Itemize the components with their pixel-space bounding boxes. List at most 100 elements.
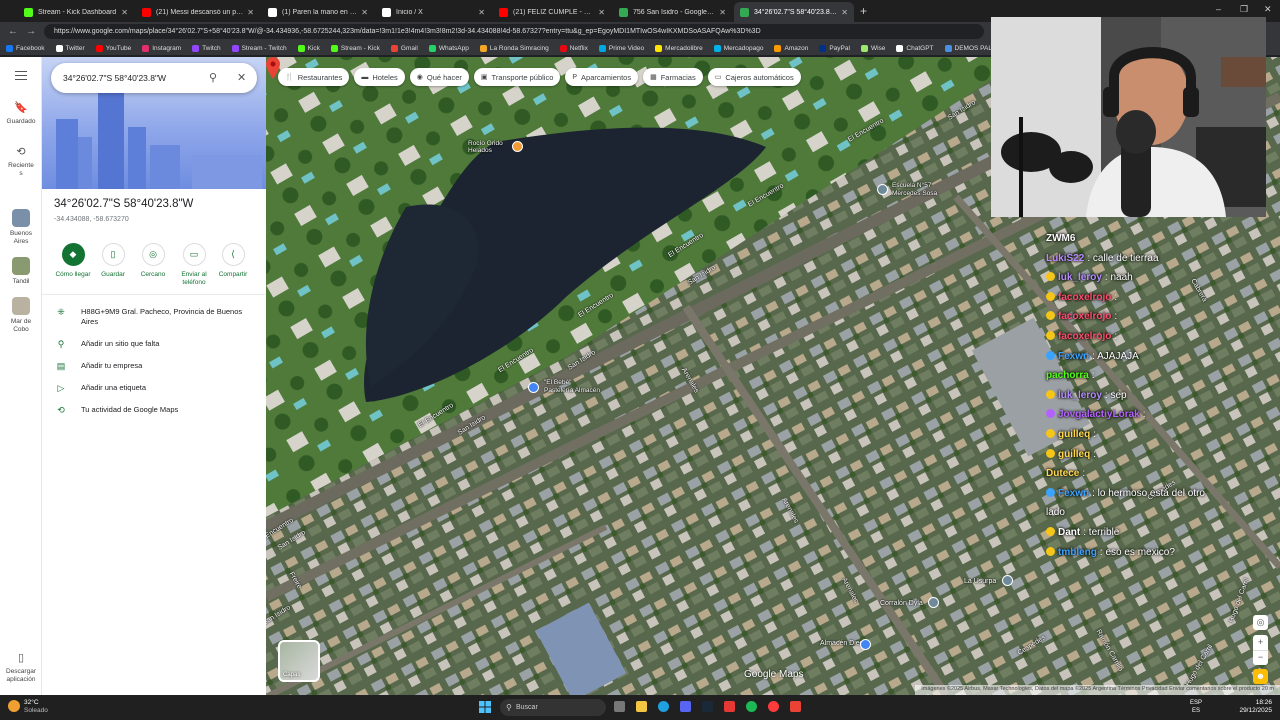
weather-widget[interactable]: 32°C Soleado	[8, 699, 48, 715]
new-tab-button[interactable]: +	[860, 4, 867, 18]
rail-item[interactable]: ⟲ Reciente s	[0, 145, 42, 178]
poi-label-escuela[interactable]: Escuela N°57 Mercedes Sosa	[892, 182, 937, 198]
chip-pharmacy[interactable]: ▦ Farmacias	[643, 68, 703, 86]
shop-icon[interactable]	[528, 382, 539, 393]
bookmark-item[interactable]: Prime Video	[598, 44, 644, 52]
spotify-icon[interactable]	[746, 701, 757, 712]
info-row[interactable]: ▤ Añadir tu empresa	[54, 361, 253, 371]
steam-icon[interactable]	[702, 701, 713, 712]
school-icon[interactable]	[877, 184, 888, 195]
windows-start-icon[interactable]	[479, 701, 491, 713]
minimize-icon[interactable]: –	[1216, 4, 1221, 14]
discord-icon[interactable]	[680, 701, 691, 712]
bookmark-item[interactable]: ChatGPT	[896, 44, 934, 52]
place-icon[interactable]	[1002, 575, 1013, 586]
browser-tab[interactable]: (21) FELIZ CUMPLE - ENZO - DEBI... ✕	[493, 2, 611, 22]
bookmark-item[interactable]: YouTube	[95, 44, 131, 52]
rail-item[interactable]: Buenos Aires	[0, 209, 42, 246]
bookmark-item[interactable]: Twitter	[55, 44, 85, 52]
bookmark-item[interactable]: Stream - Twitch	[231, 44, 287, 52]
chat-username[interactable]: Fexwn	[1058, 351, 1089, 362]
rail-item[interactable]: Tandil	[0, 257, 42, 286]
close-icon[interactable]: ✕	[237, 71, 246, 84]
close-tab-icon[interactable]: ✕	[247, 8, 254, 17]
url-input[interactable]: https://www.google.com/maps/place/34°26'…	[44, 24, 984, 39]
menu-icon[interactable]	[15, 71, 27, 80]
chat-username[interactable]: guilleq	[1058, 429, 1090, 440]
bookmark-item[interactable]: Mercadolibre	[655, 44, 703, 52]
info-row[interactable]: ⟲ Tu actividad de Google Maps	[54, 405, 253, 415]
info-row[interactable]: ▷ Añadir una etiqueta	[54, 383, 253, 393]
maximize-icon[interactable]: ❐	[1240, 4, 1248, 15]
info-row[interactable]: ⚲ Añadir un sitio que falta	[54, 339, 253, 349]
layers-button[interactable]: Capas	[278, 640, 320, 682]
my-location-button[interactable]: ◎	[1253, 615, 1268, 630]
action-guardar[interactable]: ▯ Guardar	[91, 243, 135, 279]
close-tab-icon[interactable]: ✕	[361, 8, 368, 17]
edge-icon[interactable]	[658, 701, 669, 712]
bookmark-item[interactable]: La Ronda Simracing	[479, 44, 549, 52]
chat-username[interactable]: LukiS22	[1046, 253, 1084, 264]
close-window-icon[interactable]: ✕	[1264, 4, 1272, 15]
chip-camera[interactable]: ◉ Qué hacer	[409, 68, 469, 86]
zoom-out-button[interactable]: −	[1253, 650, 1268, 665]
info-row[interactable]: ⁜ H88G+9M9 Gral. Pacheco, Provincia de Bu…	[54, 307, 253, 327]
bookmark-item[interactable]: WhatsApp	[428, 44, 469, 52]
search-input[interactable]: 34°26'02.7"S 58°40'23.8"W ⚲ ✕	[51, 63, 257, 93]
chat-username[interactable]: Dutece	[1046, 468, 1079, 479]
poi-label-corralon[interactable]: Corralón Dyla	[880, 600, 923, 607]
browser-tab[interactable]: (21) Messi descansó un poco a Del...✕	[136, 2, 260, 22]
browser-tab[interactable]: Inicio / X ✕	[376, 2, 491, 22]
chat-username[interactable]: guilleq	[1058, 449, 1090, 460]
grocery-icon[interactable]	[860, 639, 871, 650]
close-tab-icon[interactable]: ✕	[719, 8, 726, 17]
chat-username[interactable]: luk_leroy	[1058, 272, 1102, 283]
action-cercano[interactable]: ◎ Cercano	[131, 243, 175, 279]
chat-username[interactable]: luk_leroy	[1058, 390, 1102, 401]
chat-username[interactable]: Fexwn	[1058, 488, 1089, 499]
taskbar-search[interactable]: ⚲ Buscar	[500, 699, 606, 716]
obs-icon[interactable]	[768, 701, 779, 712]
action-compartir[interactable]: ⟨ Compartir	[211, 243, 255, 279]
chip-parking[interactable]: P Aparcamientos	[565, 68, 639, 86]
bookmark-item[interactable]: Kick	[297, 44, 320, 52]
ice-cream-icon[interactable]	[512, 141, 523, 152]
file-explorer-icon[interactable]	[636, 701, 647, 712]
chat-username[interactable]: pachorra	[1046, 370, 1089, 381]
back-icon[interactable]: ←	[8, 26, 18, 37]
system-clock[interactable]: 18:26 29/12/2025	[1239, 699, 1272, 715]
chat-username[interactable]: facoxelrojo	[1058, 311, 1111, 322]
poi-label-bebe[interactable]: "El Bebé" Pastelería Almacén	[544, 379, 600, 395]
bookmark-item[interactable]: PayPal	[819, 44, 850, 52]
chat-username[interactable]: tmbleng	[1058, 547, 1097, 558]
close-tab-icon[interactable]: ✕	[598, 8, 605, 17]
chip-restaurant[interactable]: 🍴 Restaurantes	[278, 68, 350, 86]
search-icon[interactable]: ⚲	[209, 71, 217, 84]
browser-tab[interactable]: Stream - Kick Dashboard ✕	[18, 2, 134, 22]
chrome-icon[interactable]	[790, 701, 801, 712]
poi-label-rocio[interactable]: Rocío Grido Helados	[468, 140, 503, 154]
rail-item[interactable]: ▯ Descargar aplicación	[0, 651, 42, 684]
bookmark-item[interactable]: Twitch	[192, 44, 221, 52]
bookmark-item[interactable]: Amazon	[774, 44, 808, 52]
pegman-icon[interactable]: ☻	[1253, 669, 1268, 684]
close-tab-icon[interactable]: ✕	[121, 8, 128, 17]
chat-username[interactable]: JovgalactiyLorak	[1058, 409, 1140, 420]
bookmark-item[interactable]: Gmail	[390, 44, 418, 52]
close-tab-icon[interactable]: ✕	[478, 8, 485, 17]
bookmark-item[interactable]: Instagram	[142, 44, 181, 52]
chip-transit[interactable]: ▣ Transporte público	[473, 68, 561, 86]
forward-icon[interactable]: →	[26, 26, 36, 37]
task-view-icon[interactable]	[614, 701, 625, 712]
chat-username[interactable]: facoxelrojo	[1058, 331, 1111, 342]
bookmark-item[interactable]: Facebook	[6, 44, 45, 52]
chip-atm[interactable]: ▭ Cajeros automáticos	[707, 68, 801, 86]
app-icon[interactable]	[724, 701, 735, 712]
bookmark-item[interactable]: Stream - Kick	[330, 44, 380, 52]
action-cómo-llegar[interactable]: ◆ Cómo llegar	[51, 243, 95, 279]
bookmark-item[interactable]: Wise	[860, 44, 885, 52]
chip-hotel[interactable]: ▬ Hoteles	[354, 68, 405, 86]
zoom-in-button[interactable]: +	[1253, 635, 1268, 650]
chat-username[interactable]: Dant	[1058, 527, 1080, 538]
hardware-store-icon[interactable]	[928, 597, 939, 608]
